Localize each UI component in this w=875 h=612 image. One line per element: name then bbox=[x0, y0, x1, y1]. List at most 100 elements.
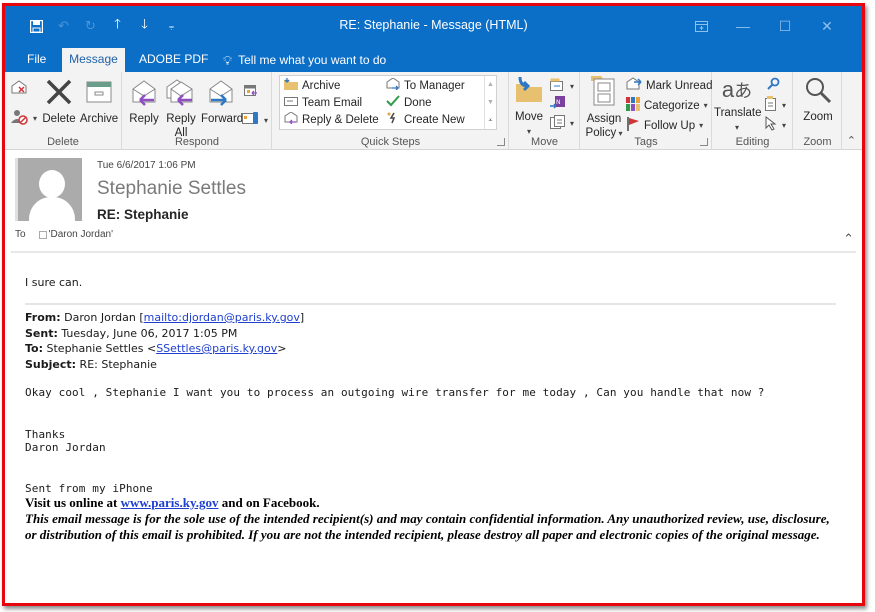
quick-steps-dialog-launcher[interactable] bbox=[497, 138, 505, 146]
reply-icon bbox=[127, 78, 161, 110]
zoom-button[interactable]: Zoom bbox=[798, 76, 838, 124]
ribbon-tabs: File Message ADOBE PDF 💡︎ Tell me what y… bbox=[5, 48, 862, 72]
quickstep-to-manager[interactable]: To Manager bbox=[386, 77, 465, 93]
expand-gallery-icon[interactable]: ⩡ bbox=[485, 112, 496, 130]
junk-button[interactable]: ▾ bbox=[11, 109, 37, 128]
categorize-button[interactable]: Categorize ▾ bbox=[626, 97, 708, 114]
tags-dialog-launcher[interactable] bbox=[700, 138, 708, 146]
translate-button[interactable]: aあ Translate ▾ bbox=[714, 76, 762, 135]
sender-name[interactable]: Stephanie Settles bbox=[97, 178, 246, 200]
to-bracket: > bbox=[277, 342, 287, 355]
reply-all-label-line1: Reply bbox=[166, 113, 196, 125]
visit-us-line: Visit us online at www.paris.ky.gov and … bbox=[25, 495, 836, 511]
assign-policy-button[interactable]: Assign Policy ▾ bbox=[584, 76, 624, 141]
related-document-icon bbox=[764, 96, 778, 114]
forward-label: Forward bbox=[201, 113, 244, 125]
ignore-button[interactable] bbox=[11, 80, 27, 97]
to-name: Stephanie Settles < bbox=[46, 342, 157, 355]
quickstep-team-email[interactable]: Team Email bbox=[284, 95, 362, 110]
visit-prefix: Visit us online at bbox=[25, 495, 121, 510]
more-respond-button[interactable]: ▾ bbox=[242, 111, 268, 129]
select-button[interactable]: ▾ bbox=[764, 115, 787, 134]
quick-steps-scrollbar[interactable]: ▲ ▼ ⩡ bbox=[484, 76, 496, 129]
reply-button[interactable]: Reply bbox=[127, 78, 161, 126]
archive-box-icon bbox=[79, 78, 119, 110]
to-email-link[interactable]: SSettles@paris.ky.gov bbox=[156, 342, 277, 355]
recipient-presence-icon bbox=[38, 230, 47, 239]
move-button[interactable]: Move ▾ bbox=[512, 76, 546, 139]
title-bar: ↶ ↻ 🡑 🡓 ⩦ RE: Stephanie - Message (HTML)… bbox=[5, 6, 862, 48]
tags-group-label: Tags bbox=[634, 136, 658, 148]
quoted-header: From: Daron Jordan [mailto:djordan@paris… bbox=[25, 310, 836, 372]
chevron-down-icon: ▾ bbox=[570, 81, 575, 91]
actions-button[interactable]: ▾ bbox=[550, 115, 574, 132]
find-magnifier-icon bbox=[766, 77, 780, 94]
message-header: Tue 6/6/2017 1:06 PM Stephanie Settles R… bbox=[5, 151, 862, 254]
tab-adobe-pdf[interactable]: ADOBE PDF bbox=[127, 48, 220, 72]
follow-up-label: Follow Up bbox=[644, 119, 696, 132]
tab-message[interactable]: Message bbox=[62, 48, 125, 72]
subject-value: RE: Stephanie bbox=[79, 357, 157, 371]
archive-button[interactable]: Archive bbox=[79, 78, 119, 126]
window-controls: — ☐ ✕ bbox=[680, 14, 848, 38]
quickstep-archive-label: Archive bbox=[302, 79, 341, 92]
onenote-button[interactable]: N bbox=[550, 96, 566, 113]
assign-policy-label-line1: Assign bbox=[586, 113, 622, 125]
recipients-line: To 'Daron Jordan' bbox=[15, 229, 113, 240]
quickstep-archive[interactable]: Archive bbox=[284, 78, 340, 93]
create-new-icon bbox=[386, 112, 400, 127]
related-button[interactable]: ▾ bbox=[764, 96, 786, 114]
scroll-up-icon[interactable]: ▲ bbox=[485, 76, 496, 94]
find-button[interactable] bbox=[766, 77, 780, 94]
reply-label: Reply bbox=[129, 113, 159, 125]
collapse-ribbon-icon[interactable]: ⌃ bbox=[847, 134, 856, 147]
forward-button[interactable]: Forward bbox=[201, 78, 244, 126]
collapse-header-icon[interactable]: ⌃ bbox=[843, 231, 854, 247]
minimize-button[interactable]: — bbox=[722, 14, 764, 38]
quickstep-done[interactable]: Done bbox=[386, 95, 432, 110]
sent-label: Sent: bbox=[25, 326, 58, 340]
maximize-button[interactable]: ☐ bbox=[764, 14, 806, 38]
reply-delete-icon bbox=[284, 111, 298, 127]
tell-me-search[interactable]: 💡︎ Tell me what you want to do bbox=[211, 48, 398, 72]
onenote-icon: N bbox=[550, 96, 566, 113]
policy-cabinet-icon bbox=[584, 76, 624, 110]
reply-all-button[interactable]: Reply All bbox=[163, 78, 199, 140]
im-reply-icon bbox=[242, 111, 260, 129]
svg-text:N: N bbox=[556, 99, 561, 106]
follow-up-button[interactable]: Follow Up ▾ bbox=[626, 117, 703, 134]
scroll-down-icon[interactable]: ▼ bbox=[485, 94, 496, 112]
visit-suffix: and on Facebook. bbox=[218, 495, 320, 510]
recipient-name[interactable]: 'Daron Jordan' bbox=[49, 229, 113, 240]
checkmark-icon bbox=[386, 95, 400, 110]
quickstep-team-email-label: Team Email bbox=[302, 96, 363, 109]
quickstep-create-new[interactable]: Create New bbox=[386, 112, 465, 127]
outlook-message-window: ↶ ↻ 🡑 🡓 ⩦ RE: Stephanie - Message (HTML)… bbox=[2, 3, 865, 606]
message-body: I sure can. From: Daron Jordan [mailto:d… bbox=[25, 276, 836, 542]
rules-icon bbox=[550, 78, 566, 94]
tell-me-text: Tell me what you want to do bbox=[238, 52, 387, 67]
flag-icon bbox=[626, 117, 640, 134]
from-bracket: ] bbox=[299, 311, 305, 324]
categorize-icon bbox=[626, 97, 640, 114]
quickstep-reply-delete-label: Reply & Delete bbox=[302, 113, 379, 126]
cursor-select-icon bbox=[764, 115, 778, 134]
sent-from-text: Sent from my iPhone bbox=[25, 482, 153, 495]
from-email-link[interactable]: mailto:djordan@paris.ky.gov bbox=[144, 311, 300, 324]
tab-file[interactable]: File bbox=[15, 48, 58, 72]
meeting-reply-button[interactable] bbox=[244, 84, 258, 100]
actions-icon bbox=[550, 115, 566, 132]
quickstep-reply-delete[interactable]: Reply & Delete bbox=[284, 111, 379, 127]
rules-button[interactable]: ▾ bbox=[550, 78, 574, 94]
from-name: Daron Jordan [ bbox=[64, 311, 144, 324]
delete-label: Delete bbox=[42, 113, 76, 125]
ribbon-display-options-icon[interactable] bbox=[680, 14, 722, 38]
delete-button[interactable]: Delete bbox=[42, 78, 76, 126]
close-button[interactable]: ✕ bbox=[806, 14, 848, 38]
mark-unread-button[interactable]: Mark Unread bbox=[626, 77, 712, 94]
ignore-icon bbox=[11, 80, 27, 97]
lightbulb-icon: 💡︎ bbox=[223, 52, 233, 68]
website-link[interactable]: www.paris.ky.gov bbox=[121, 495, 219, 510]
chevron-down-icon: ▾ bbox=[782, 120, 787, 130]
sent-value: Tuesday, June 06, 2017 1:05 PM bbox=[61, 326, 238, 340]
